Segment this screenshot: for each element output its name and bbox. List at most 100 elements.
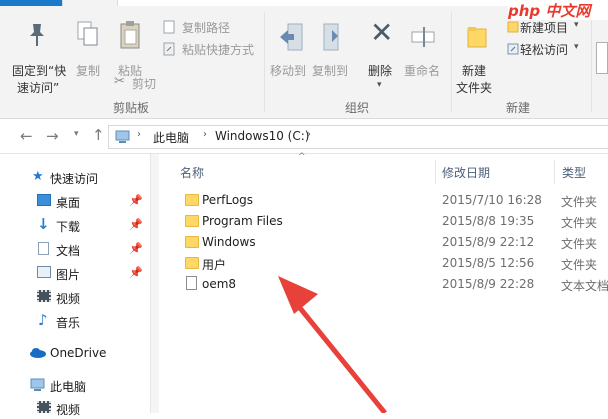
cut-button[interactable]: ✂ 剪切 (114, 74, 164, 92)
watermark-logo: php 中文网 (508, 0, 608, 20)
properties-icon[interactable] (596, 42, 608, 74)
file-type: 文件夹 (561, 237, 598, 251)
pin-label-line1: 固定到“快 (12, 64, 67, 78)
breadcrumb-this-pc[interactable]: 此电脑 (153, 129, 189, 146)
table-row[interactable]: Windows 2015/8/9 22:12 文件夹 (168, 232, 608, 253)
copy-path-button[interactable]: 复制路径 (162, 18, 262, 36)
nav-pane-scrollbar[interactable] (150, 154, 159, 413)
move-to-button[interactable]: 移动到 (270, 14, 310, 84)
move-to-label: 移动到 (270, 64, 307, 78)
pin-label-line2: 速访问” (17, 81, 60, 95)
pin-to-quick-access-button[interactable]: 固定到“快 速访问” (0, 14, 67, 95)
column-header-date[interactable]: 修改日期 (442, 164, 490, 181)
file-date: 2015/8/9 22:28 (442, 277, 535, 291)
nav-item-desktop[interactable]: 桌面 📌 (0, 190, 150, 212)
cut-label: 剪切 (132, 77, 157, 91)
paste-button[interactable]: 粘贴 (110, 14, 150, 78)
music-note-icon: ♪ (38, 311, 48, 329)
column-divider[interactable] (554, 160, 555, 184)
up-button[interactable]: ↑ (92, 128, 105, 143)
new-item-label: 新建项目 (520, 21, 569, 35)
nav-item-label: 视频 (56, 292, 81, 306)
table-row[interactable]: PerfLogs 2015/7/10 16:28 文件夹 (168, 190, 608, 211)
new-group-label: 新建 (506, 101, 531, 115)
nav-item-label: 下载 (56, 220, 81, 234)
nav-item-documents[interactable]: 文档 📌 (0, 238, 150, 260)
new-item-icon (507, 21, 519, 33)
forward-button[interactable]: → (46, 129, 59, 144)
new-item-dropdown-icon: ▾ (574, 20, 579, 30)
breadcrumb-drive-c[interactable]: Windows10 (C:) (215, 129, 309, 143)
column-header-type[interactable]: 类型 (562, 164, 586, 181)
copy-path-icon (163, 20, 175, 34)
ribbon: 固定到“快 速访问” 复制 粘贴 复制路径 粘贴快捷方式 ✂ 剪切 剪贴板 移动… (0, 6, 608, 119)
computer-icon (115, 130, 130, 143)
copy-to-label: 复制到 (312, 64, 349, 78)
file-name: Program Files (202, 214, 283, 228)
nav-item-downloads[interactable]: ↓ 下载 📌 (0, 214, 150, 236)
star-icon: ★ (32, 169, 44, 184)
nav-item-music[interactable]: ♪ 音乐 (0, 310, 150, 332)
nav-this-pc[interactable]: 此电脑 (0, 374, 150, 396)
easy-access-label: 轻松访问 (520, 43, 569, 57)
file-type: 文本文档 (561, 279, 608, 293)
copy-path-label: 复制路径 (182, 21, 231, 35)
nav-item-label: 音乐 (56, 316, 81, 330)
file-name: Windows (202, 235, 256, 249)
copy-icon (77, 21, 98, 46)
paste-shortcut-label: 粘贴快捷方式 (182, 43, 255, 57)
file-date: 2015/8/5 12:56 (442, 256, 535, 270)
easy-access-button[interactable]: 轻松访问 ▾ (506, 40, 586, 58)
delete-dropdown-icon: ▾ (377, 80, 382, 90)
nav-this-pc-label: 此电脑 (50, 380, 87, 394)
this-pc-icon (30, 378, 45, 391)
new-folder-label-line2: 文件夹 (456, 81, 493, 95)
table-row[interactable]: Program Files 2015/8/8 19:35 文件夹 (168, 211, 608, 232)
nav-item-label: 桌面 (56, 196, 81, 210)
delete-button[interactable]: ✕ 删除 ▾ (364, 14, 398, 91)
new-folder-button[interactable]: 新建 文件夹 (456, 14, 502, 95)
group-divider (591, 12, 592, 112)
copy-label: 复制 (76, 64, 101, 78)
rename-label: 重命名 (404, 64, 441, 78)
nav-pc-videos[interactable]: 视频 (0, 397, 150, 419)
file-date: 2015/7/10 16:28 (442, 193, 542, 207)
address-bar[interactable]: › 此电脑 › Windows10 (C:) › (108, 125, 608, 149)
chevron-right-icon: › (137, 129, 141, 140)
sort-ascending-icon: ^ (298, 152, 306, 162)
paste-shortcut-button[interactable]: 粘贴快捷方式 (162, 40, 262, 58)
file-name: PerfLogs (202, 193, 254, 207)
easy-access-icon (507, 43, 519, 55)
nav-item-pictures[interactable]: 图片 📌 (0, 262, 150, 284)
scissors-icon: ✂ (114, 74, 125, 89)
recent-locations-dropdown[interactable]: ▾ (74, 129, 79, 139)
rename-button[interactable]: 重命名 (402, 14, 446, 84)
group-divider (451, 12, 452, 112)
column-header-name[interactable]: 名称 (180, 164, 204, 181)
video-icon (37, 401, 51, 413)
file-type: 文件夹 (561, 258, 598, 272)
folder-icon (185, 257, 199, 269)
file-date: 2015/8/9 22:12 (442, 235, 535, 249)
copy-button[interactable]: 复制 (70, 14, 106, 78)
back-button[interactable]: ← (20, 129, 33, 144)
file-name: oem8 (202, 277, 237, 291)
column-divider[interactable] (435, 160, 436, 184)
picture-icon (37, 266, 51, 278)
watermark-text: php 中文网 (508, 2, 591, 20)
nav-onedrive[interactable]: OneDrive (0, 342, 150, 364)
file-name: 用户 (202, 258, 227, 272)
annotation-arrow (278, 276, 387, 413)
paste-shortcut-icon (163, 42, 175, 56)
nav-quick-access[interactable]: ★ 快速访问 (0, 166, 150, 188)
pinned-icon: 📌 (129, 242, 143, 255)
download-arrow-icon: ↓ (37, 215, 50, 233)
file-type: 文件夹 (561, 195, 598, 209)
copy-to-button[interactable]: 复制到 (312, 14, 352, 84)
nav-item-videos[interactable]: 视频 (0, 286, 150, 308)
clipboard-group-label: 剪贴板 (113, 101, 150, 115)
text-file-icon (186, 276, 197, 290)
pinned-icon: 📌 (129, 266, 143, 279)
pinned-icon: 📌 (129, 218, 143, 231)
nav-item-label: 图片 (56, 268, 81, 282)
